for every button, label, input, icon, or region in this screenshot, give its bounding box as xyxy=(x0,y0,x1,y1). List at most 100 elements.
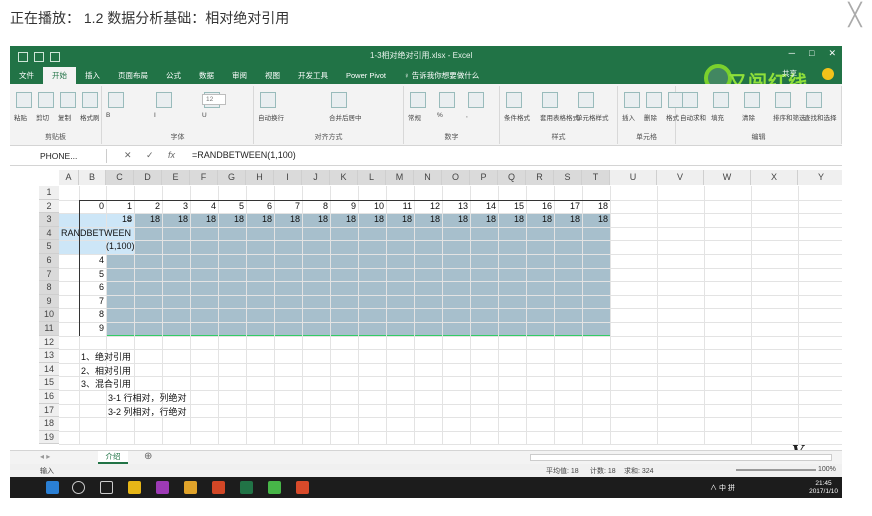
formula-input[interactable]: =RANDBETWEEN(1,100) xyxy=(192,150,296,160)
zoom-level[interactable]: 100% xyxy=(818,466,836,473)
row-header[interactable]: 7 xyxy=(39,267,59,282)
column-header[interactable]: K xyxy=(330,170,358,185)
column-header[interactable]: W xyxy=(704,170,751,185)
row-header[interactable]: 9 xyxy=(39,294,59,309)
tab-3[interactable]: 页面布局 xyxy=(109,67,157,84)
result-cell[interactable]: 18 xyxy=(554,214,580,224)
tab-7[interactable]: 视图 xyxy=(256,67,289,84)
result-cell[interactable]: 18 xyxy=(162,214,188,224)
ribbon-button[interactable]: 合并后居中 xyxy=(329,112,362,122)
row-header[interactable]: 18 xyxy=(39,417,59,431)
tab-5[interactable]: 数据 xyxy=(190,67,223,84)
row-value-cell[interactable]: 7 xyxy=(79,296,104,306)
ribbon-button[interactable]: B xyxy=(106,112,110,119)
column-header[interactable]: G xyxy=(218,170,246,185)
ribbon-button[interactable]: 粘贴 xyxy=(14,112,27,122)
cell-edit-text[interactable]: (1,100) xyxy=(106,241,135,251)
ribbon-button[interactable]: 剪切 xyxy=(36,112,49,122)
ribbon-button[interactable]: 条件格式 xyxy=(504,112,530,122)
header-value-cell[interactable]: 11 xyxy=(386,201,412,211)
row-header[interactable]: 17 xyxy=(39,403,59,418)
result-cell[interactable]: 18 xyxy=(330,214,356,224)
result-cell[interactable]: 18 xyxy=(302,214,328,224)
column-header[interactable]: M xyxy=(386,170,414,185)
header-value-cell[interactable]: 10 xyxy=(358,201,384,211)
column-header[interactable]: N xyxy=(414,170,442,185)
row-header[interactable]: 3 xyxy=(39,213,59,227)
header-value-cell[interactable]: 7 xyxy=(274,201,300,211)
header-value-cell[interactable]: 8 xyxy=(302,201,328,211)
header-value-cell[interactable]: 4 xyxy=(190,201,216,211)
result-cell[interactable]: 18 xyxy=(274,214,300,224)
note-cell[interactable]: 3-1 行相对，列绝对 xyxy=(108,391,187,404)
sheet-nav-icon[interactable]: ◂ ▸ xyxy=(40,452,50,461)
result-cell[interactable]: 18 xyxy=(134,214,160,224)
result-cell[interactable]: 18 xyxy=(498,214,524,224)
header-value-cell[interactable]: 16 xyxy=(526,201,552,211)
column-header[interactable]: P xyxy=(470,170,498,185)
result-cell[interactable]: 18 xyxy=(442,214,468,224)
ribbon-button[interactable]: 排序和筛选 xyxy=(773,112,806,122)
tab-9[interactable]: Power Pivot xyxy=(337,67,395,84)
header-value-cell[interactable]: 18 xyxy=(582,201,608,211)
column-header[interactable]: F xyxy=(190,170,218,185)
column-header[interactable]: D xyxy=(134,170,162,185)
note-cell[interactable]: 1、绝对引用 xyxy=(81,350,131,363)
cell-edit-text[interactable]: RANDBETWEEN xyxy=(61,228,131,238)
maximize-icon[interactable]: □ xyxy=(809,48,814,59)
excel-icon[interactable] xyxy=(240,481,253,494)
header-value-cell[interactable]: 12 xyxy=(414,201,440,211)
tab-10[interactable]: ♀ 告诉我你想要做什么 xyxy=(395,67,488,84)
header-value-cell[interactable]: 0 xyxy=(79,201,104,211)
header-value-cell[interactable]: 13 xyxy=(442,201,468,211)
row-header[interactable]: 1 xyxy=(39,186,59,200)
tab-8[interactable]: 开发工具 xyxy=(289,67,337,84)
tab-0[interactable]: 文件 xyxy=(10,67,43,84)
column-header[interactable]: Y xyxy=(798,170,842,185)
header-value-cell[interactable]: 6 xyxy=(246,201,272,211)
ribbon-button[interactable]: 自动求和 xyxy=(680,112,706,122)
row-value-cell[interactable]: 5 xyxy=(79,269,104,279)
file-explorer-icon[interactable] xyxy=(128,481,141,494)
share-button[interactable]: 共享 xyxy=(782,68,797,79)
worksheet-grid[interactable]: A B C D E F G H I J K L M N O P Q R S T U V W X Y 1 2 3 4 5 6 7 8 9 10 11 12… xyxy=(10,170,842,450)
font-size-select[interactable]: 12 xyxy=(202,94,226,105)
row-header[interactable]: 8 xyxy=(39,281,59,295)
row-header[interactable]: 5 xyxy=(39,240,59,254)
row-header[interactable]: 6 xyxy=(39,254,59,268)
powerpoint-icon[interactable] xyxy=(212,481,225,494)
column-header[interactable]: H xyxy=(246,170,274,185)
row-value-cell[interactable]: 9 xyxy=(79,323,104,333)
row-header[interactable]: 14 xyxy=(39,362,59,377)
result-cell[interactable]: 18 xyxy=(218,214,244,224)
feedback-smile-icon[interactable] xyxy=(822,68,834,80)
windows-start-icon[interactable] xyxy=(46,481,59,494)
row-header[interactable]: 11 xyxy=(39,322,59,336)
column-header[interactable]: U xyxy=(610,170,657,185)
column-header[interactable]: I xyxy=(274,170,302,185)
ribbon-button[interactable]: 常规 xyxy=(408,112,421,122)
column-header[interactable]: X xyxy=(751,170,798,185)
camtasia-icon[interactable] xyxy=(268,481,281,494)
ribbon-button[interactable]: 自动换行 xyxy=(258,112,284,122)
column-header[interactable]: J xyxy=(302,170,330,185)
row-header[interactable]: 12 xyxy=(39,335,59,350)
result-cell[interactable]: 18 xyxy=(582,214,608,224)
column-header[interactable]: E xyxy=(162,170,190,185)
system-tray[interactable]: ∧ 中 拼 xyxy=(710,483,735,493)
row-value-cell[interactable]: 4 xyxy=(79,255,104,265)
row-header[interactable]: 13 xyxy=(39,349,59,363)
ribbon-button[interactable]: 格式刷 xyxy=(80,112,100,122)
task-view-icon[interactable] xyxy=(100,481,113,494)
cancel-icon[interactable]: ✕ xyxy=(124,150,132,161)
row-header[interactable]: 16 xyxy=(39,390,59,404)
header-value-cell[interactable]: 3 xyxy=(162,201,188,211)
zoom-slider[interactable] xyxy=(736,469,816,471)
row-header[interactable]: 15 xyxy=(39,376,59,390)
close-icon[interactable]: ╳ xyxy=(844,4,866,26)
row-header[interactable]: 2 xyxy=(39,199,59,214)
tab-2[interactable]: 插入 xyxy=(76,67,109,84)
minimize-icon[interactable]: ─ xyxy=(789,48,795,59)
folder-icon[interactable] xyxy=(184,481,197,494)
ribbon-button[interactable]: 套用表格格式 xyxy=(540,112,579,122)
